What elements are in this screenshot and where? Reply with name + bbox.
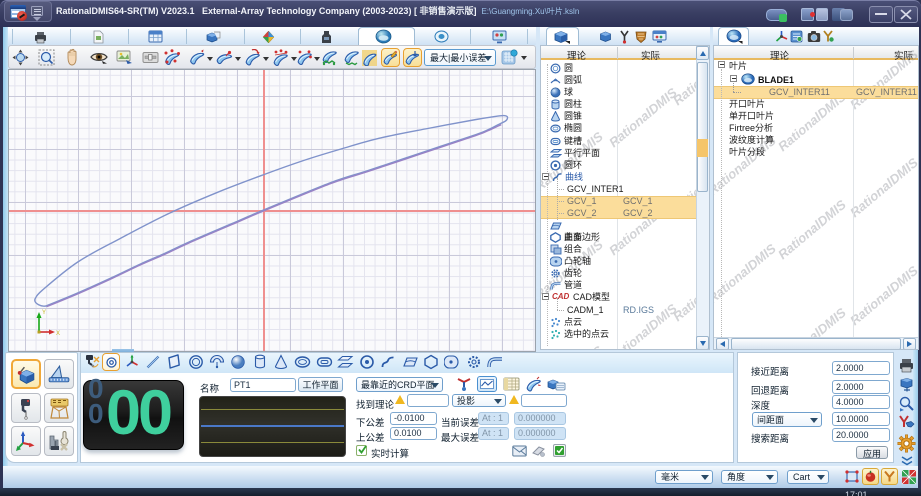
svg-text:X: X (56, 331, 60, 337)
svg-text:Y: Y (42, 310, 46, 316)
